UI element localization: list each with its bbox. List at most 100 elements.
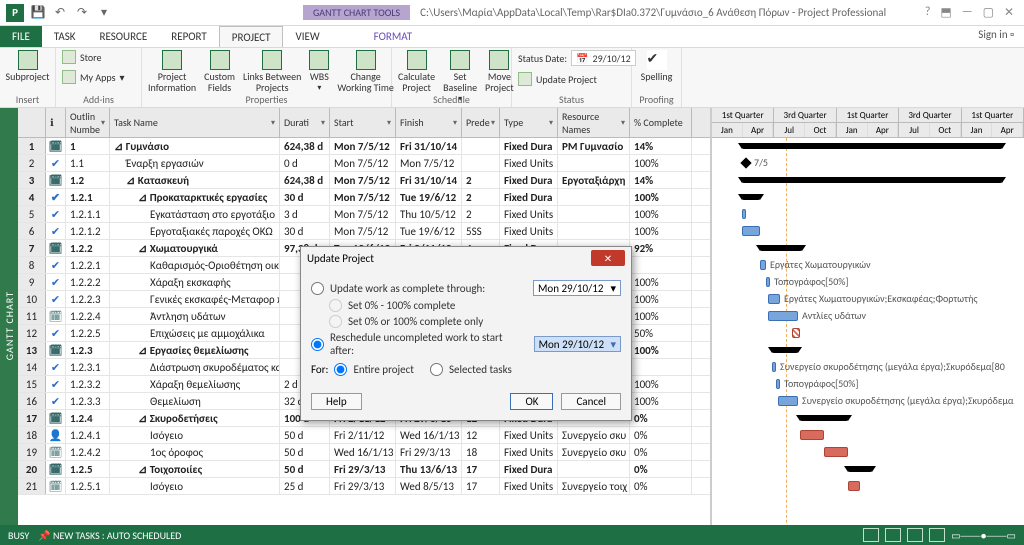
cell-outline[interactable]: 1.2.2.3 <box>66 291 110 307</box>
col-type[interactable]: Type▾ <box>500 108 558 137</box>
row-number[interactable]: 3 <box>18 172 46 188</box>
ribbon-collapse-icon[interactable]: ⬒ <box>940 5 951 20</box>
cell-task-name[interactable]: Εργοταξιακές παροχές ΟΚΩ <box>110 223 280 239</box>
cell-percent[interactable]: 0% <box>630 461 692 477</box>
cell-duration[interactable]: 3 d <box>280 206 330 222</box>
cell-task-name[interactable]: Επιχώσεις με αμμοχάλικα <box>110 325 280 341</box>
cell-finish[interactable]: Mon 7/5/12 <box>396 155 462 171</box>
table-row[interactable]: 2✔1.1Έναρξη εργασιών0 dMon 7/5/12Mon 7/5… <box>18 155 710 172</box>
gantt-bar[interactable] <box>778 396 798 406</box>
store-button[interactable]: Store <box>62 50 135 64</box>
cell-resource[interactable] <box>558 206 630 222</box>
cell-outline[interactable]: 1.2.5.1 <box>66 478 110 494</box>
project-information-button[interactable]: Project Information <box>148 50 196 93</box>
cell-resource[interactable]: PM Γυμνασίο <box>558 138 630 154</box>
cell-start[interactable]: Mon 7/5/12 <box>330 223 396 239</box>
cell-percent[interactable]: 100% <box>630 223 692 239</box>
gantt-bar[interactable] <box>768 311 798 321</box>
row-number[interactable]: 10 <box>18 291 46 307</box>
cell-outline[interactable]: 1.2.3 <box>66 342 110 358</box>
tab-report[interactable]: REPORT <box>159 26 219 47</box>
cell-start[interactable]: Mon 7/5/12 <box>330 172 396 188</box>
col-duration[interactable]: Durati▾ <box>280 108 330 137</box>
cancel-button[interactable]: Cancel <box>561 393 621 410</box>
gantt-bar[interactable] <box>742 226 760 236</box>
gantt-bar[interactable] <box>848 481 860 491</box>
cell-task-name[interactable]: Εγκατάσταση στο εργοτάξιο <box>110 206 280 222</box>
row-number[interactable]: 12 <box>18 325 46 341</box>
row-number[interactable]: 18 <box>18 427 46 443</box>
cell-pred[interactable] <box>462 138 500 154</box>
cell-type[interactable]: Fixed Dura <box>500 189 558 205</box>
cell-task-name[interactable]: Ισόγειο <box>110 427 280 443</box>
cell-resource[interactable] <box>558 223 630 239</box>
gantt-bar[interactable] <box>800 415 848 421</box>
view-usage-icon[interactable] <box>885 528 901 542</box>
cell-outline[interactable]: 1.2.1 <box>66 189 110 205</box>
col-finish[interactable]: Finish▾ <box>396 108 462 137</box>
cell-start[interactable]: Mon 7/5/12 <box>330 138 396 154</box>
minimize-icon[interactable]: — <box>962 5 973 20</box>
cell-resource[interactable]: Συνεργείο τοιχ <box>558 478 630 494</box>
tab-file[interactable]: FILE <box>0 26 42 47</box>
cell-start[interactable]: Fri 2/11/12 <box>330 427 396 443</box>
cell-percent[interactable]: 100% <box>630 376 692 392</box>
cell-duration[interactable]: 50 d <box>280 461 330 477</box>
gantt-bar[interactable] <box>766 277 770 287</box>
cell-percent[interactable]: 0% <box>630 427 692 443</box>
cell-outline[interactable]: 1.2.5 <box>66 461 110 477</box>
gantt-bar[interactable] <box>760 260 766 270</box>
qat-dropdown-icon[interactable]: ▾ <box>96 5 112 21</box>
cell-outline[interactable]: 1.2.3.2 <box>66 376 110 392</box>
cell-outline[interactable]: 1.2.1.1 <box>66 206 110 222</box>
cell-pred[interactable]: 2 <box>462 172 500 188</box>
tab-view[interactable]: VIEW <box>283 26 331 47</box>
row-number[interactable]: 5 <box>18 206 46 222</box>
cell-outline[interactable]: 1.2.3.3 <box>66 393 110 409</box>
gantt-bar[interactable] <box>848 466 872 472</box>
cell-finish[interactable]: Tue 19/6/12 <box>396 223 462 239</box>
cell-pred[interactable]: 17 <box>462 478 500 494</box>
cell-type[interactable]: Fixed Units <box>500 206 558 222</box>
cell-resource[interactable] <box>558 189 630 205</box>
row-number[interactable]: 11 <box>18 308 46 324</box>
cell-task-name[interactable]: Άντληση υδάτων <box>110 308 280 324</box>
spelling-button[interactable]: ✔Spelling <box>638 50 675 82</box>
links-between-projects-button[interactable]: Links Between Projects <box>243 50 301 93</box>
cell-duration[interactable]: 30 d <box>280 189 330 205</box>
maximize-icon[interactable]: ▢ <box>983 5 994 20</box>
gantt-bar[interactable] <box>800 430 824 440</box>
cell-percent[interactable]: 100% <box>630 155 692 171</box>
gantt-bar[interactable] <box>776 379 780 389</box>
cell-resource[interactable]: Συνεργείο σκυ <box>558 427 630 443</box>
gantt-bar[interactable] <box>768 294 780 304</box>
gantt-bar[interactable] <box>824 447 848 457</box>
row-number[interactable]: 14 <box>18 359 46 375</box>
table-row[interactable]: 18👤1.2.4.1Ισόγειο50 dFri 2/11/12Wed 16/1… <box>18 427 710 444</box>
help-icon[interactable]: ? <box>925 5 931 20</box>
row-number[interactable]: 19 <box>18 444 46 460</box>
cell-type[interactable]: Fixed Dura <box>500 461 558 477</box>
sign-in-link[interactable]: Sign in ▫ <box>968 26 1024 47</box>
gantt-bar[interactable] <box>742 194 760 200</box>
cell-outline[interactable]: 1 <box>66 138 110 154</box>
cell-resource[interactable] <box>558 461 630 477</box>
table-row[interactable]: 3🗓1.2⊿ Κατασκευή624,38 dMon 7/5/12Fri 31… <box>18 172 710 189</box>
cell-task-name[interactable]: Θεμελίωση <box>110 393 280 409</box>
my-apps-button[interactable]: My Apps ▾ <box>62 70 135 84</box>
cell-resource[interactable] <box>558 155 630 171</box>
gantt-chart-sidebar[interactable]: GANTT CHART <box>0 108 18 543</box>
row-number[interactable]: 2 <box>18 155 46 171</box>
rowhead-corner[interactable] <box>18 108 46 137</box>
close-icon[interactable]: ✕ <box>1004 5 1014 20</box>
cell-finish[interactable]: Fri 31/10/14 <box>396 172 462 188</box>
cell-duration[interactable]: 30 d <box>280 223 330 239</box>
row-number[interactable]: 13 <box>18 342 46 358</box>
tab-resource[interactable]: RESOURCE <box>87 26 159 47</box>
cell-percent[interactable]: 0% <box>630 478 692 494</box>
gantt-bar[interactable] <box>772 362 776 372</box>
cell-pred[interactable] <box>462 155 500 171</box>
row-number[interactable]: 9 <box>18 274 46 290</box>
cell-finish[interactable]: Tue 19/6/12 <box>396 189 462 205</box>
tab-format[interactable]: FORMAT <box>362 26 424 47</box>
